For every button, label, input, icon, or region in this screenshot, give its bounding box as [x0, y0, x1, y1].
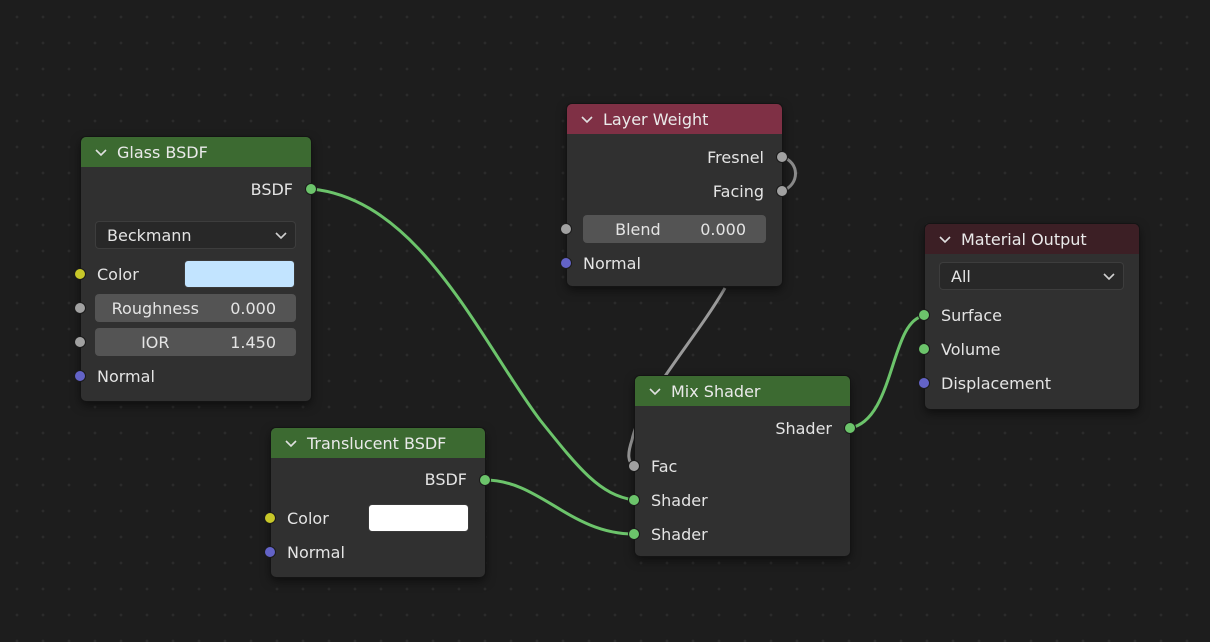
displacement-input-row: Displacement: [925, 371, 1139, 395]
color-swatch[interactable]: [368, 504, 469, 532]
output-row-bsdf: BSDF: [271, 467, 485, 491]
fac-input-row: Fac: [635, 454, 850, 478]
normal-input-row: Normal: [81, 364, 311, 388]
collapse-chevron-icon[interactable]: [579, 111, 595, 127]
roughness-input-socket[interactable]: [74, 302, 86, 314]
socket-label: Color: [287, 508, 329, 528]
output-row-bsdf: BSDF: [81, 177, 311, 201]
field-value: 0.000: [700, 219, 746, 239]
shader-output-socket[interactable]: [844, 422, 856, 434]
collapse-chevron-icon[interactable]: [283, 435, 299, 451]
layer-weight-header[interactable]: Layer Weight: [567, 104, 782, 134]
ior-field[interactable]: IOR 1.450: [95, 328, 296, 356]
socket-label: Normal: [583, 253, 641, 273]
volume-input-row: Volume: [925, 337, 1139, 361]
chevron-down-icon: [1103, 273, 1115, 281]
output-row-fresnel: Fresnel: [567, 145, 782, 169]
blend-field[interactable]: Blend 0.000: [583, 215, 766, 243]
bsdf-output-socket[interactable]: [305, 183, 317, 195]
target-dropdown[interactable]: All: [939, 262, 1124, 290]
collapse-chevron-icon[interactable]: [937, 231, 953, 247]
glass-bsdf-node[interactable]: Glass BSDF BSDF Beckmann Color Roughness…: [74, 137, 317, 401]
field-label: IOR: [141, 332, 170, 352]
socket-label: Normal: [97, 366, 155, 386]
socket-label: Fresnel: [707, 147, 764, 167]
socket-label: BSDF: [424, 469, 467, 489]
translucent-bsdf-header[interactable]: Translucent BSDF: [271, 428, 485, 458]
socket-label: Displacement: [941, 373, 1051, 393]
surface-input-row: Surface: [925, 303, 1139, 327]
socket-label: Facing: [712, 181, 764, 201]
node-title: Translucent BSDF: [307, 433, 447, 453]
link-translucent-to-mix-shader2: [484, 478, 635, 536]
shader1-input-row: Shader: [635, 488, 850, 512]
normal-input-row: Normal: [567, 251, 782, 275]
layer-weight-node[interactable]: Layer Weight Fresnel Facing Blend 0.000 …: [560, 104, 788, 286]
roughness-field[interactable]: Roughness 0.000: [95, 294, 296, 322]
socket-label: Normal: [287, 542, 345, 562]
field-label: Roughness: [111, 298, 199, 318]
socket-label: Shader: [651, 490, 708, 510]
color-swatch[interactable]: [184, 260, 295, 288]
socket-label: Shader: [651, 524, 708, 544]
glass-bsdf-header[interactable]: Glass BSDF: [81, 137, 311, 167]
mix-shader-node[interactable]: Mix Shader Shader Fac Shader Shader: [628, 376, 856, 556]
material-output-node[interactable]: Material Output All Surface Volume Displ…: [918, 224, 1139, 409]
field-label: Blend: [615, 219, 661, 239]
fresnel-output-socket[interactable]: [776, 151, 788, 163]
socket-label: Surface: [941, 305, 1002, 325]
output-row-shader: Shader: [635, 416, 850, 440]
normal-input-row: Normal: [271, 540, 485, 564]
socket-label: BSDF: [250, 179, 293, 199]
collapse-chevron-icon[interactable]: [93, 144, 109, 160]
dropdown-value: All: [951, 266, 971, 286]
chevron-down-icon: [275, 232, 287, 240]
dropdown-value: Beckmann: [107, 225, 192, 245]
output-row-facing: Facing: [567, 179, 782, 203]
translucent-bsdf-node[interactable]: Translucent BSDF BSDF Color Normal: [264, 428, 491, 577]
node-title: Mix Shader: [671, 381, 761, 401]
ior-input-socket[interactable]: [74, 336, 86, 348]
socket-label: Fac: [651, 456, 678, 476]
node-title: Glass BSDF: [117, 142, 208, 162]
socket-label: Color: [97, 264, 139, 284]
material-output-header[interactable]: Material Output: [925, 224, 1139, 254]
link-mix-to-output-surface: [849, 314, 925, 430]
node-title: Layer Weight: [603, 109, 709, 129]
socket-label: Shader: [775, 418, 832, 438]
shader2-input-row: Shader: [635, 522, 850, 546]
field-value: 1.450: [230, 332, 276, 352]
node-title: Material Output: [961, 229, 1087, 249]
facing-output-socket[interactable]: [776, 185, 788, 197]
socket-label: Volume: [941, 339, 1001, 359]
blend-input-socket[interactable]: [560, 223, 572, 235]
distribution-dropdown[interactable]: Beckmann: [95, 221, 296, 249]
field-value: 0.000: [230, 298, 276, 318]
collapse-chevron-icon[interactable]: [647, 383, 663, 399]
bsdf-output-socket[interactable]: [479, 474, 491, 486]
mix-shader-header[interactable]: Mix Shader: [635, 376, 850, 406]
